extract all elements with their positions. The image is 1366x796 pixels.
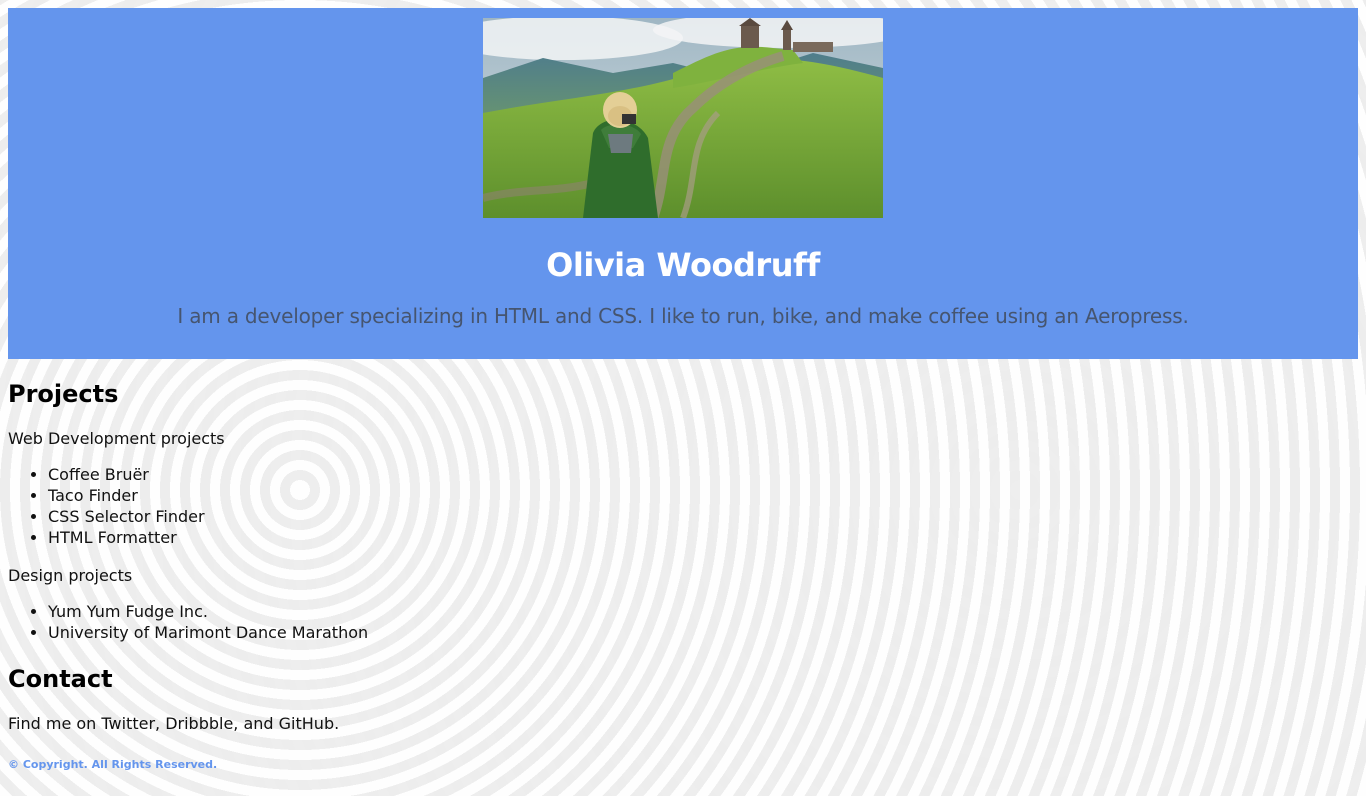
list-item: University of Marimont Dance Marathon — [48, 622, 368, 643]
hiker-landscape-photo — [483, 18, 883, 218]
profile-bio: I am a developer specializing in HTML an… — [177, 304, 1189, 328]
page-header: Olivia Woodruff I am a developer special… — [8, 8, 1358, 359]
list-item: Yum Yum Fudge Inc. — [48, 601, 368, 622]
list-item: Taco Finder — [48, 485, 205, 506]
list-item: CSS Selector Finder — [48, 506, 205, 527]
web-projects-list: Coffee Bruër Taco Finder CSS Selector Fi… — [8, 464, 205, 548]
web-projects-label: Web Development projects — [8, 429, 225, 448]
contact-heading: Contact — [8, 665, 113, 693]
copyright-footer: © Copyright. All Rights Reserved. — [8, 758, 218, 771]
profile-name: Olivia Woodruff — [546, 246, 820, 284]
projects-heading: Projects — [8, 380, 119, 408]
list-item: HTML Formatter — [48, 527, 205, 548]
hero-image — [483, 18, 883, 218]
list-item: Coffee Bruër — [48, 464, 205, 485]
contact-text: Find me on Twitter, Dribbble, and GitHub… — [8, 714, 340, 733]
design-projects-label: Design projects — [8, 566, 133, 585]
design-projects-list: Yum Yum Fudge Inc. University of Marimon… — [8, 601, 368, 643]
